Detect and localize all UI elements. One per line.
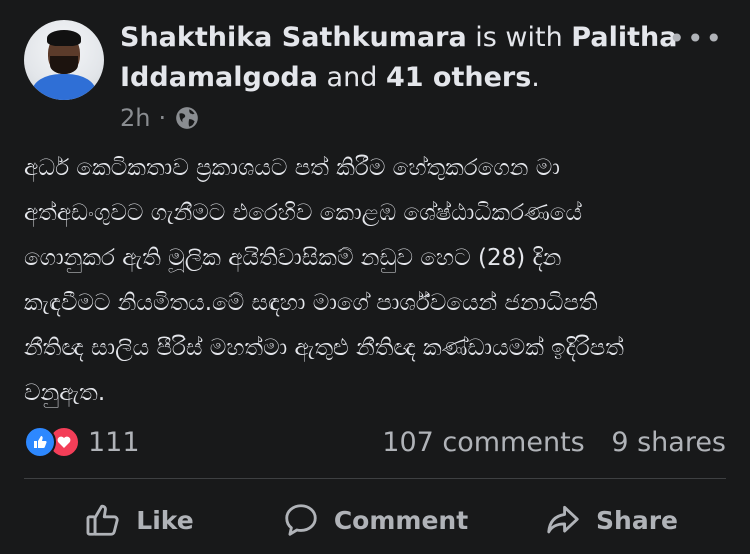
comments-count[interactable]: 107 comments (382, 427, 584, 458)
like-reaction-icon (24, 426, 56, 458)
post-text: අර්ධ කෙටිකතාව ප්‍රකාශයට පත් කිරීම හේතුකර… (24, 155, 624, 406)
with-text: is with (475, 22, 563, 53)
shares-count[interactable]: 9 shares (611, 427, 726, 458)
others-link[interactable]: 41 others (386, 62, 531, 93)
post-meta: 2h · (120, 104, 200, 132)
engagement-counts: 107 comments 9 shares (364, 427, 726, 458)
globe-icon[interactable] (174, 105, 200, 131)
action-bar: Like Comment Share (24, 490, 726, 550)
author-line: Shakthika Sathkumara is with Palitha Idd… (120, 18, 680, 98)
like-label: Like (136, 505, 194, 535)
separator-dot: · (158, 104, 167, 132)
more-options-icon[interactable]: ••• (668, 22, 724, 55)
author-name[interactable]: Shakthika Sathkumara (120, 22, 467, 53)
comment-icon (285, 504, 317, 536)
reactions-summary[interactable]: 111 (24, 426, 140, 458)
like-button[interactable]: Like (24, 492, 254, 548)
share-label: Share (596, 505, 678, 535)
post-time[interactable]: 2h (120, 104, 150, 132)
thumbs-up-icon (86, 504, 119, 536)
comment-button[interactable]: Comment (260, 492, 490, 548)
share-button[interactable]: Share (496, 492, 726, 548)
period: . (531, 62, 540, 93)
post-header: Shakthika Sathkumara is with Palitha Idd… (24, 18, 726, 138)
post-stats: 111 107 comments 9 shares (24, 420, 726, 464)
comment-label: Comment (333, 505, 469, 535)
share-icon (547, 505, 579, 534)
and-text: and (326, 62, 378, 93)
divider (24, 478, 726, 479)
avatar[interactable] (24, 20, 104, 100)
reaction-count: 111 (88, 426, 140, 458)
